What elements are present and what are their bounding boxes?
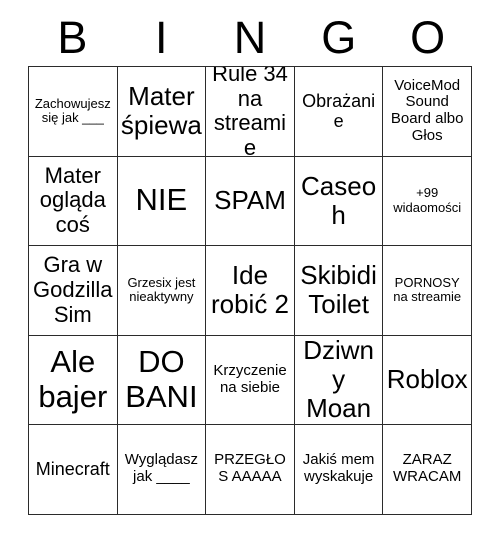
bingo-cell-label: Gra w Godzilla Sim xyxy=(33,252,113,327)
bingo-cell-label: Dziwny Moan xyxy=(303,335,374,424)
bingo-cell-b5[interactable]: Minecraft xyxy=(29,425,118,515)
bingo-cell-label: Krzyczenie na siebie xyxy=(213,361,287,396)
bingo-cell-label: Ale bajer xyxy=(38,344,108,414)
bingo-cell-label: Mater ogląda coś xyxy=(39,162,106,238)
bingo-cell-label: Ide robić 2 xyxy=(210,260,290,320)
bingo-cell-n5[interactable]: PRZEGŁOS AAAAA xyxy=(206,425,295,515)
bingo-header-letter-n: N xyxy=(233,11,267,63)
bingo-cell-o4[interactable]: Roblox xyxy=(383,335,472,425)
bingo-cell-n4[interactable]: Krzyczenie na siebie xyxy=(206,335,295,425)
bingo-header-letter-o: O xyxy=(410,11,446,63)
bingo-cell-label: Zachowujesz się jak ___ xyxy=(34,95,111,126)
bingo-cell-g2[interactable]: Caseoh xyxy=(294,156,384,246)
bingo-cell-label: ZARAZ WRACAM xyxy=(393,451,462,486)
bingo-cell-label: +99 widaomości xyxy=(393,185,462,215)
bingo-cell-n1[interactable]: Rule 34 na streamie xyxy=(206,67,295,157)
bingo-cell-n2[interactable]: SPAM xyxy=(206,156,295,246)
bingo-card: B I N G O Zachowujesz się jak ___ Mater … xyxy=(28,8,472,515)
bingo-cell-label: Roblox xyxy=(386,364,468,395)
bingo-cell-label: Caseoh xyxy=(301,170,377,230)
bingo-cell-label: Obrażanie xyxy=(302,91,376,132)
bingo-cell-i4[interactable]: DO BANI xyxy=(117,335,207,425)
bingo-header-letter-i: I xyxy=(154,11,168,63)
bingo-cell-label: NIE xyxy=(135,182,188,218)
bingo-cell-g4[interactable]: Dziwny Moan xyxy=(294,335,384,425)
bingo-cell-o1[interactable]: VoiceMod Sound Board albo Głos xyxy=(383,67,472,157)
bingo-cell-i1[interactable]: Mater śpiewa xyxy=(117,67,207,157)
bingo-cell-b3[interactable]: Gra w Godzilla Sim xyxy=(29,246,118,336)
bingo-cell-label: Skibidi Toilet xyxy=(300,260,377,320)
bingo-cell-label: Minecraft xyxy=(35,459,110,480)
bingo-cell-label: Wyglądasz jak ____ xyxy=(124,451,198,486)
bingo-header-letter-b: B xyxy=(57,11,88,63)
bingo-cell-o3[interactable]: PORNOSY na streamie xyxy=(383,246,472,336)
bingo-cell-i2[interactable]: NIE xyxy=(117,156,207,246)
bingo-cell-b4[interactable]: Ale bajer xyxy=(29,335,118,425)
bingo-header-row: B I N G O xyxy=(28,8,472,66)
bingo-cell-n3[interactable]: Ide robić 2 xyxy=(206,246,295,336)
bingo-cell-b2[interactable]: Mater ogląda coś xyxy=(29,156,118,246)
bingo-cell-label: DO BANI xyxy=(125,344,198,414)
bingo-cell-i3[interactable]: Grzesix jest nieaktywny xyxy=(117,246,207,336)
bingo-cell-g1[interactable]: Obrażanie xyxy=(294,67,384,157)
bingo-cell-b1[interactable]: Zachowujesz się jak ___ xyxy=(29,67,118,157)
bingo-grid: Zachowujesz się jak ___ Mater śpiewa Rul… xyxy=(28,66,472,515)
bingo-cell-i5[interactable]: Wyglądasz jak ____ xyxy=(117,425,207,515)
bingo-cell-o2[interactable]: +99 widaomości xyxy=(383,156,472,246)
bingo-cell-label: VoiceMod Sound Board albo Głos xyxy=(390,76,464,145)
bingo-cell-label: Jakiś mem wyskakuje xyxy=(302,451,375,486)
bingo-cell-label: PRZEGŁOS AAAAA xyxy=(214,451,286,486)
bingo-header-letter-g: G xyxy=(321,11,357,63)
bingo-cell-label: Rule 34 na streamie xyxy=(212,67,288,157)
bingo-cell-label: SPAM xyxy=(214,185,286,216)
bingo-cell-label: PORNOSY na streamie xyxy=(393,274,462,305)
bingo-cell-g5[interactable]: Jakiś mem wyskakuje xyxy=(294,425,384,515)
bingo-cell-label: Mater śpiewa xyxy=(120,81,202,141)
bingo-cell-label: Grzesix jest nieaktywny xyxy=(127,274,196,305)
bingo-cell-g3[interactable]: Skibidi Toilet xyxy=(294,246,384,336)
bingo-cell-o5[interactable]: ZARAZ WRACAM xyxy=(383,425,472,515)
